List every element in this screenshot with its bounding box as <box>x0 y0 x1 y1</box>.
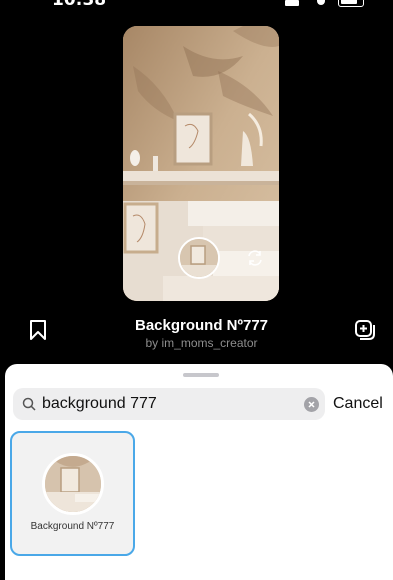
background-info: Background Nº777 by im_moms_creator <box>100 317 303 350</box>
sheet-grabber[interactable] <box>183 373 219 377</box>
signal-icon <box>285 0 299 6</box>
bookmark-icon[interactable] <box>29 319 47 341</box>
clear-icon[interactable] <box>304 397 319 412</box>
search-sheet: Cancel Background Nº777 <box>5 364 393 580</box>
cancel-button[interactable]: Cancel <box>333 388 393 420</box>
wifi-icon <box>317 0 325 5</box>
search-input[interactable] <box>42 388 302 420</box>
status-bar: 10:38 <box>0 0 393 16</box>
result-thumbnail <box>42 453 104 515</box>
add-to-story-icon[interactable] <box>354 319 376 341</box>
search-result-item[interactable]: Background Nº777 <box>10 431 135 556</box>
result-label: Background Nº777 <box>30 521 115 532</box>
current-background-avatar[interactable] <box>178 237 220 279</box>
avatar-thumbnail <box>180 239 218 277</box>
flip-camera-icon[interactable] <box>245 248 265 268</box>
battery-icon <box>338 0 364 7</box>
search-icon <box>22 397 36 411</box>
background-title: Background Nº777 <box>134 317 268 334</box>
search-bar[interactable] <box>13 388 325 420</box>
background-preview[interactable] <box>123 26 279 301</box>
status-time: 10:38 <box>52 0 107 10</box>
background-author: by im_moms_creator <box>145 336 258 350</box>
